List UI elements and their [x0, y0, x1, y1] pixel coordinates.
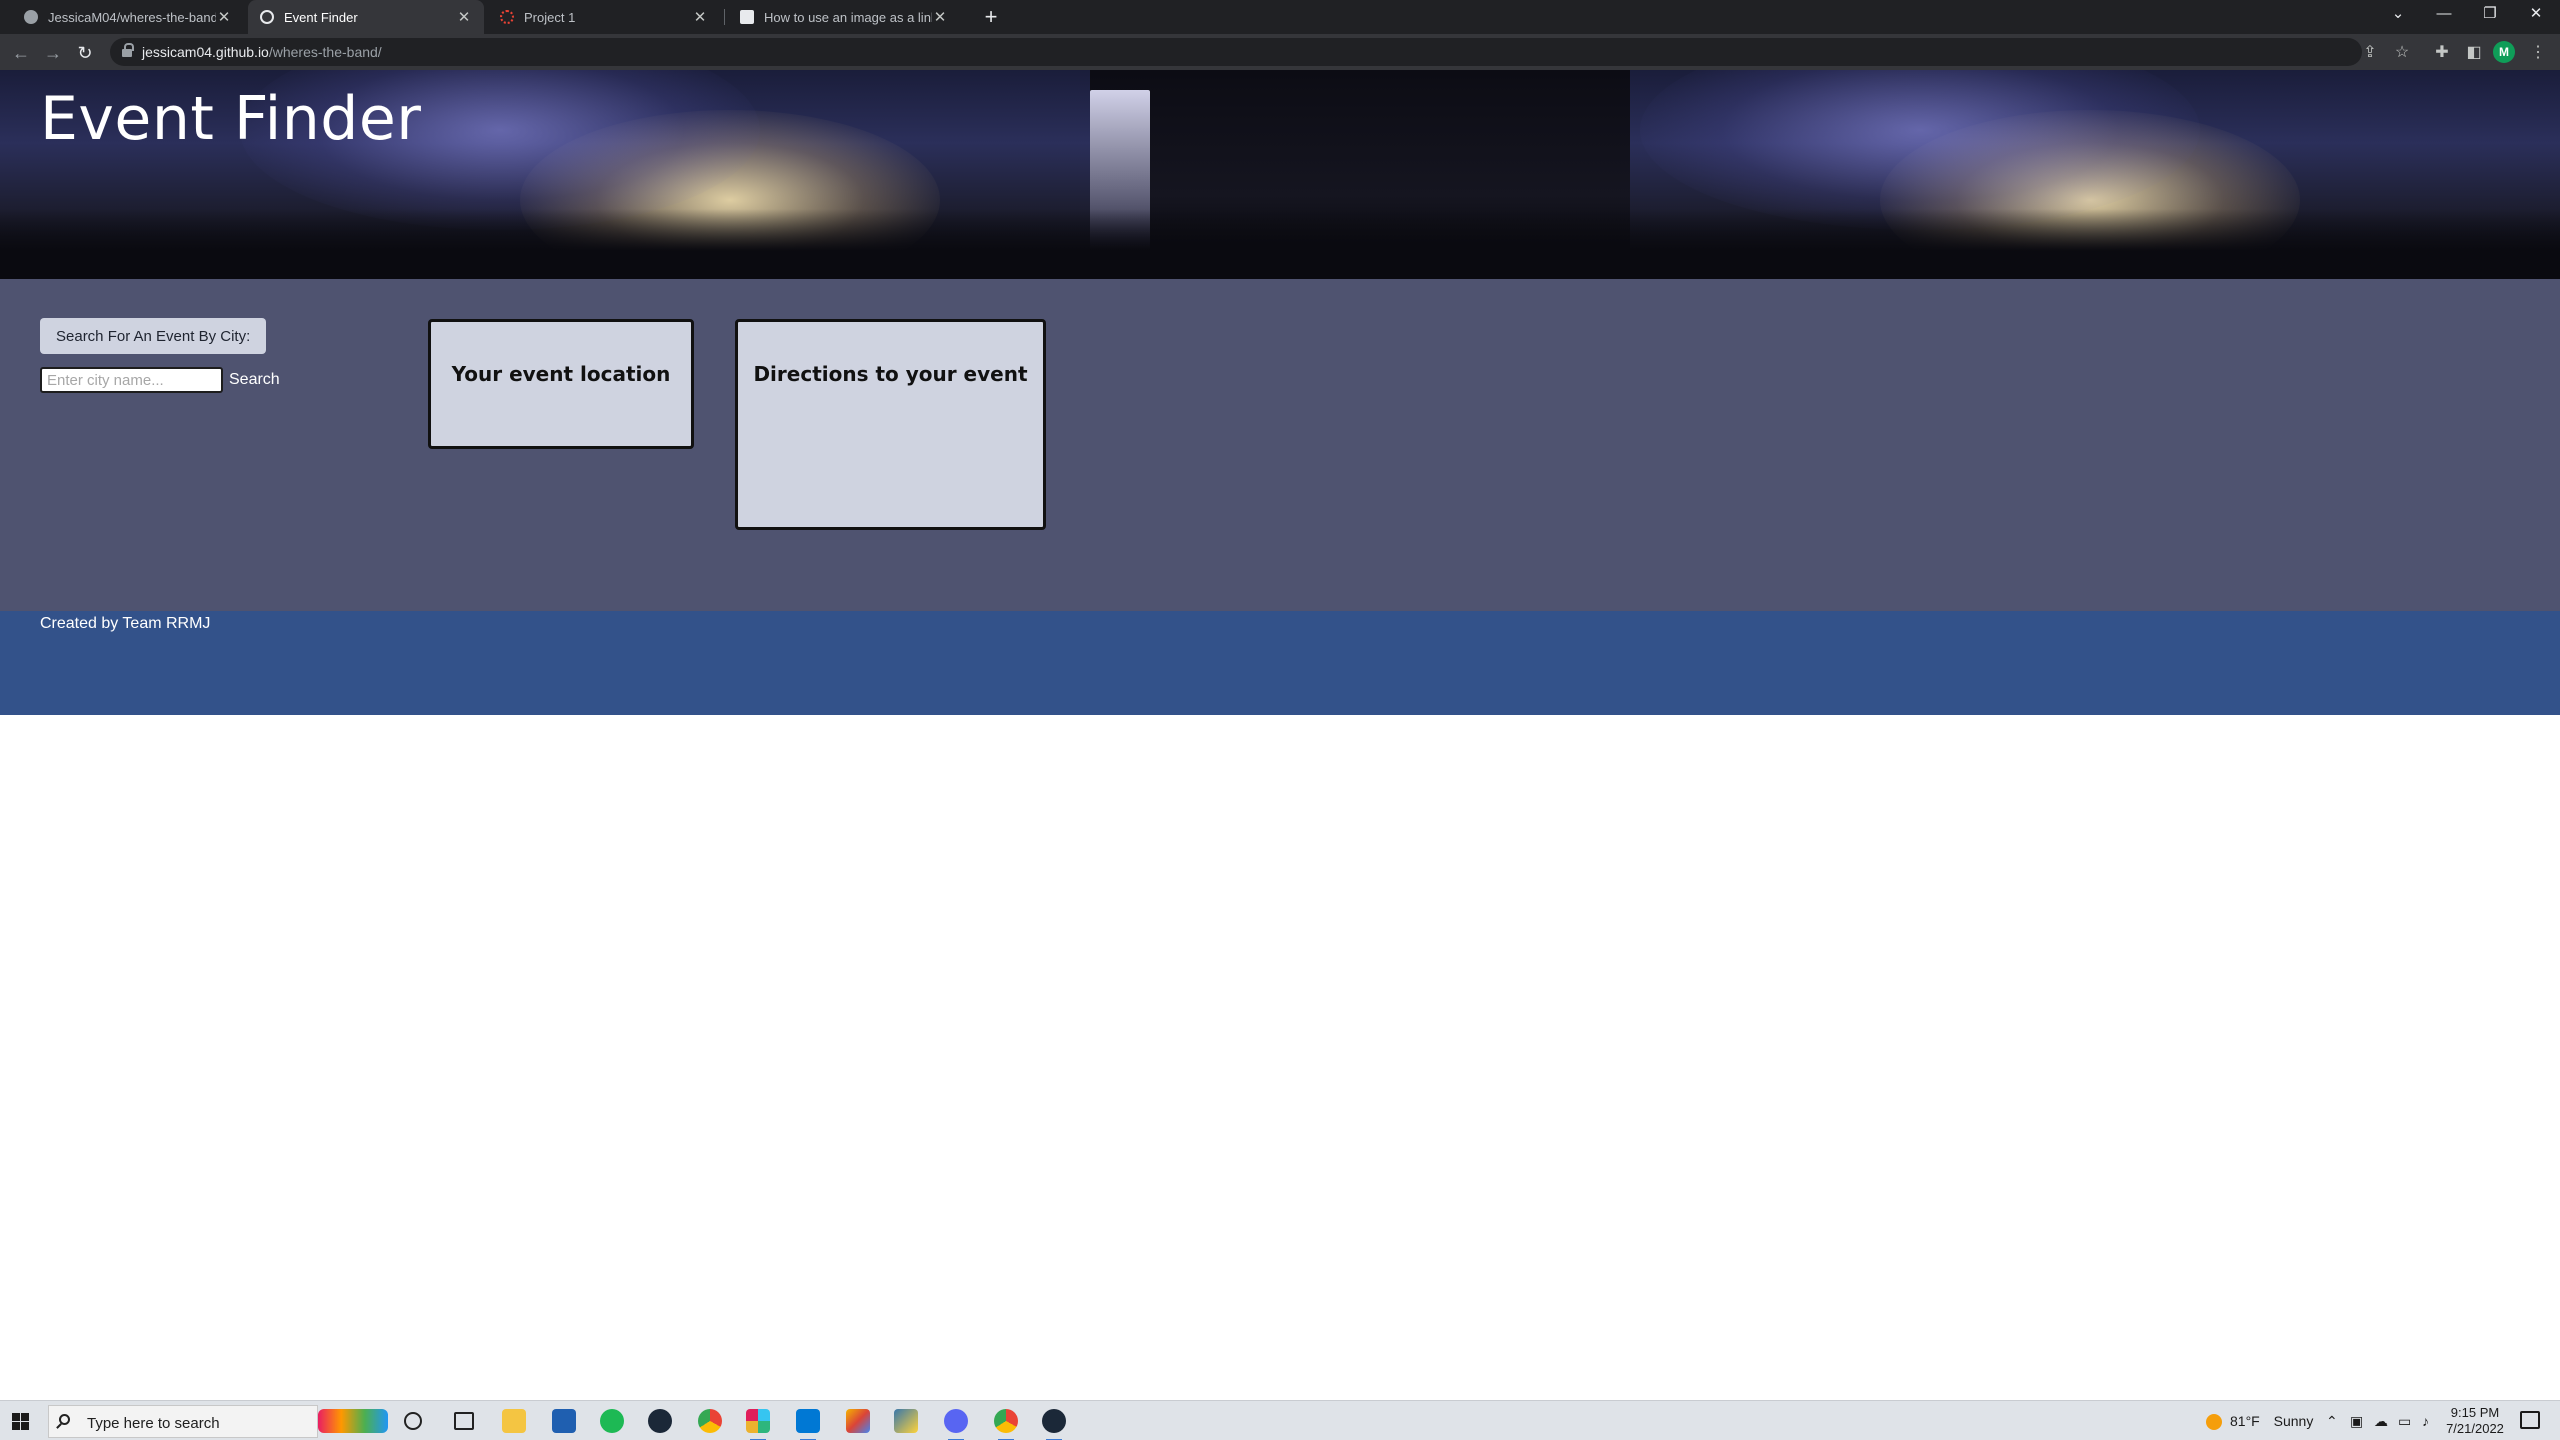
weather-temp: 81°F	[2230, 1413, 2260, 1429]
volume-icon[interactable]: ♪	[2422, 1401, 2429, 1440]
steam-running-icon[interactable]	[1042, 1409, 1066, 1440]
tab-search-icon[interactable]: ⌄	[2382, 0, 2414, 30]
search-icon	[59, 1414, 70, 1425]
directions-title: Directions to your event	[753, 362, 1028, 386]
search-button[interactable]: Search	[229, 371, 280, 389]
close-icon[interactable]: ✕	[456, 8, 472, 26]
browser-toolbar: ← → ↻ jessicam04.github.io/wheres-the-ba…	[0, 34, 2560, 70]
page-icon	[740, 10, 754, 24]
minimize-button[interactable]: —	[2428, 0, 2460, 30]
clock[interactable]: 9:15 PM 7/21/2022	[2440, 1405, 2510, 1437]
extensions-icon[interactable]: ✚	[2429, 40, 2455, 66]
url-path: /wheres-the-band/	[268, 44, 382, 60]
tab-title: How to use an image as a link in	[764, 9, 932, 25]
search-label: Search For An Event By City:	[40, 318, 267, 354]
main-content: Search For An Event By City: Search Your…	[0, 279, 2560, 611]
onedrive-icon[interactable]: ☁	[2374, 1401, 2388, 1440]
chrome-profile-icon[interactable]	[994, 1409, 1018, 1440]
task-view-icon[interactable]	[454, 1412, 474, 1430]
new-tab-button[interactable]: +	[978, 4, 1004, 30]
cortana-icon[interactable]	[404, 1412, 422, 1430]
bookmark-star-icon[interactable]: ☆	[2389, 40, 2415, 66]
taskbar-search-box[interactable]: Type here to search	[48, 1405, 318, 1438]
forward-button[interactable]: →	[40, 40, 66, 66]
tab-github[interactable]: JessicaM04/wheres-the-band ✕	[12, 0, 244, 34]
city-search-input[interactable]	[40, 367, 223, 393]
tab-event-finder[interactable]: Event Finder ✕	[248, 0, 484, 34]
restore-button[interactable]: ❐	[2474, 0, 2506, 30]
vscode-icon[interactable]	[796, 1409, 820, 1440]
python-icon[interactable]	[894, 1409, 918, 1433]
browser-tab-strip: JessicaM04/wheres-the-band ✕ Event Finde…	[0, 0, 2560, 34]
profile-avatar[interactable]: M	[2493, 41, 2515, 63]
url-host: jessicam04.github.io	[142, 44, 269, 60]
menu-icon[interactable]: ⋮	[2525, 40, 2551, 66]
loading-icon	[500, 10, 514, 24]
side-panel-icon[interactable]: ◧	[2461, 40, 2487, 66]
slack-icon[interactable]	[746, 1409, 770, 1440]
tray-app-icon[interactable]: ▣	[2350, 1401, 2363, 1440]
steam-icon[interactable]	[648, 1409, 672, 1433]
hero-banner: Event Finder	[0, 70, 2560, 279]
network-icon[interactable]: ▭	[2398, 1401, 2411, 1440]
crowd-silhouette	[0, 209, 2560, 279]
page-footer: Created by Team RRMJ	[0, 611, 2560, 715]
lock-icon	[122, 43, 134, 58]
close-window-button[interactable]: ✕	[2520, 0, 2552, 30]
close-icon[interactable]: ✕	[216, 8, 232, 26]
address-bar[interactable]: jessicam04.github.io/wheres-the-band/	[110, 38, 2362, 66]
chrome-icon[interactable]	[698, 1409, 722, 1433]
globe-icon	[260, 10, 274, 24]
weather-text: Sunny	[2273, 1413, 2314, 1429]
taskbar-search-placeholder: Type here to search	[87, 1415, 220, 1432]
sun-icon	[2206, 1414, 2222, 1431]
windows-taskbar: Type here to search 81°F Sunny ⌃ ▣ ☁ ▭ ♪…	[0, 1400, 2560, 1440]
tab-project-1[interactable]: Project 1 ✕	[488, 0, 720, 34]
url-text: jessicam04.github.io/wheres-the-band/	[142, 44, 382, 60]
page-title: Event Finder	[40, 84, 422, 154]
clock-date: 7/21/2022	[2446, 1421, 2504, 1436]
share-icon[interactable]: ⇪	[2357, 40, 2383, 66]
tab-title: Project 1	[524, 9, 576, 25]
reload-button[interactable]: ↻	[72, 40, 98, 66]
github-icon	[24, 10, 38, 24]
spotify-icon[interactable]	[600, 1409, 624, 1433]
show-hidden-icons[interactable]: ⌃	[2326, 1401, 2338, 1440]
tab-separator	[724, 9, 725, 25]
discord-icon[interactable]	[944, 1409, 968, 1440]
tab-title: JessicaM04/wheres-the-band	[48, 9, 216, 25]
footer-credit: Created by Team RRMJ	[40, 615, 211, 632]
windows-start-icon[interactable]	[12, 1413, 30, 1431]
back-button[interactable]: ←	[8, 40, 34, 66]
search-highlight-icon[interactable]	[318, 1409, 388, 1433]
event-location-card: Your event location	[428, 319, 694, 449]
file-explorer-icon[interactable]	[502, 1409, 526, 1433]
event-location-title: Your event location	[451, 362, 671, 386]
clock-time: 9:15 PM	[2450, 1405, 2500, 1420]
tab-how-to-image-link[interactable]: How to use an image as a link in ✕	[728, 0, 960, 34]
tab-title: Event Finder	[284, 9, 358, 25]
close-icon[interactable]: ✕	[932, 8, 948, 26]
close-icon[interactable]: ✕	[692, 8, 708, 26]
weather-widget[interactable]: 81°F Sunny	[2206, 1401, 2313, 1440]
notifications-icon[interactable]	[2520, 1411, 2540, 1429]
microsoft-store-icon[interactable]	[552, 1409, 576, 1433]
directions-card: Directions to your event	[735, 319, 1046, 530]
app-icon[interactable]	[846, 1409, 870, 1433]
